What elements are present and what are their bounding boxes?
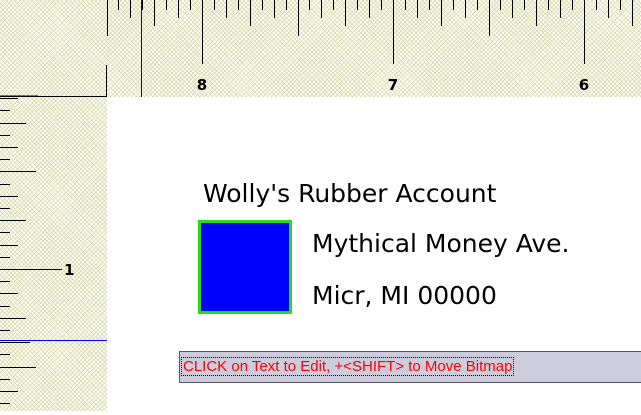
left-ruler-scale: 1	[0, 98, 107, 404]
top-ruler-label-6: 6	[579, 76, 589, 94]
edit-hint-text: CLICK on Text to Edit, +<SHIFT> to Move …	[180, 357, 515, 376]
edit-hint-bar: CLICK on Text to Edit, +<SHIFT> to Move …	[179, 351, 641, 383]
left-ruler-label-1: 1	[64, 261, 74, 279]
logo-bitmap[interactable]	[198, 220, 292, 314]
ruler-corner-lines	[0, 65, 107, 97]
top-ruler-label-7: 7	[388, 76, 398, 94]
account-name-text[interactable]: Wolly's Rubber Account	[203, 179, 496, 208]
left-ruler: 1	[0, 97, 107, 411]
address-line1-text[interactable]: Mythical Money Ave.	[312, 229, 570, 258]
top-ruler-label-8: 8	[197, 76, 207, 94]
address-line2-text[interactable]: Micr, MI 00000	[312, 281, 497, 310]
ruler-corner	[0, 0, 107, 97]
